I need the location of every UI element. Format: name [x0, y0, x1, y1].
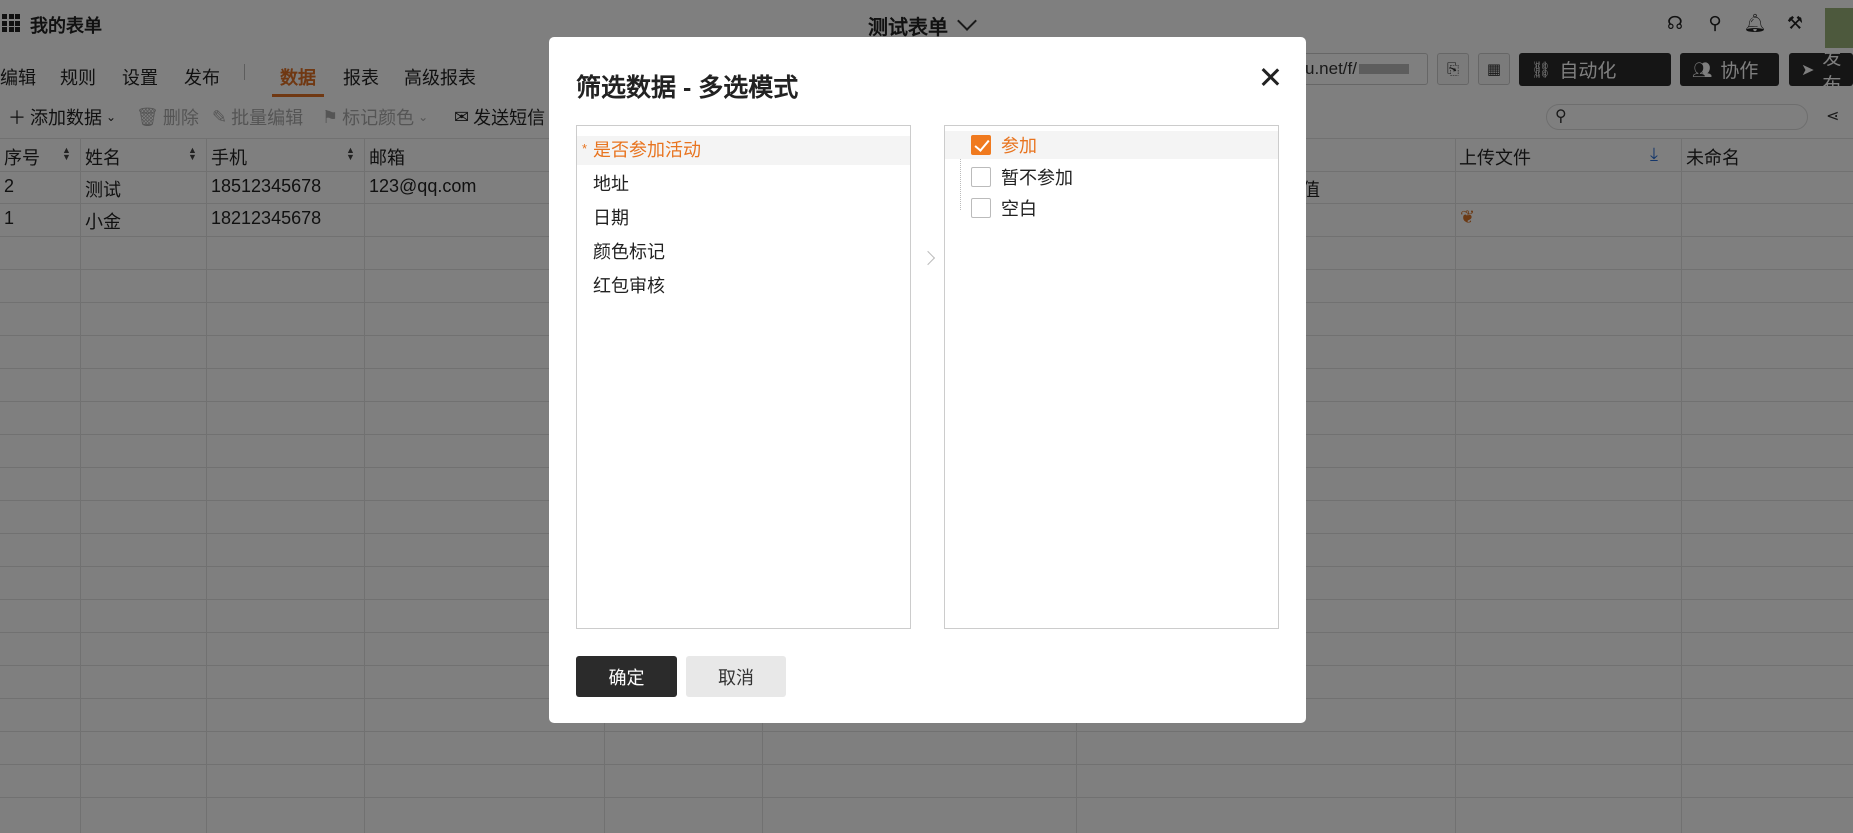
option-list: 参加 暂不参加 空白	[944, 125, 1279, 629]
field-label: 地址	[593, 174, 629, 194]
modal-title: 筛选数据 - 多选模式	[576, 74, 799, 102]
cancel-button[interactable]: 取消	[686, 656, 786, 697]
option-participate[interactable]: 参加	[945, 131, 1278, 159]
field-item-date[interactable]: 日期	[577, 204, 910, 233]
field-list: * 是否参加活动 地址 日期 颜色标记 红包审核	[576, 125, 911, 629]
checkbox-checked[interactable]	[971, 135, 991, 155]
filter-modal: 筛选数据 - 多选模式 * 是否参加活动 地址 日期 颜色标记 红包审核 参加 …	[549, 37, 1306, 723]
field-item-participate[interactable]: * 是否参加活动	[577, 136, 910, 165]
field-label: 红包审核	[593, 276, 665, 296]
field-item-color-mark[interactable]: 颜色标记	[577, 238, 910, 267]
required-star: *	[582, 141, 588, 156]
field-item-red-packet-review[interactable]: 红包审核	[577, 272, 910, 301]
chevron-right-icon	[920, 250, 936, 266]
checkbox[interactable]	[971, 167, 991, 187]
field-label: 日期	[593, 208, 629, 228]
confirm-button[interactable]: 确定	[576, 656, 677, 697]
field-label: 是否参加活动	[593, 140, 701, 160]
checkbox[interactable]	[971, 198, 991, 218]
option-not-participate[interactable]: 暂不参加	[945, 163, 1278, 191]
option-blank[interactable]: 空白	[945, 194, 1278, 222]
field-item-address[interactable]: 地址	[577, 170, 910, 199]
option-label: 暂不参加	[1001, 168, 1073, 188]
field-label: 颜色标记	[593, 242, 665, 262]
option-label: 参加	[1001, 136, 1037, 156]
option-label: 空白	[1001, 199, 1037, 219]
close-icon[interactable]	[1258, 65, 1282, 89]
